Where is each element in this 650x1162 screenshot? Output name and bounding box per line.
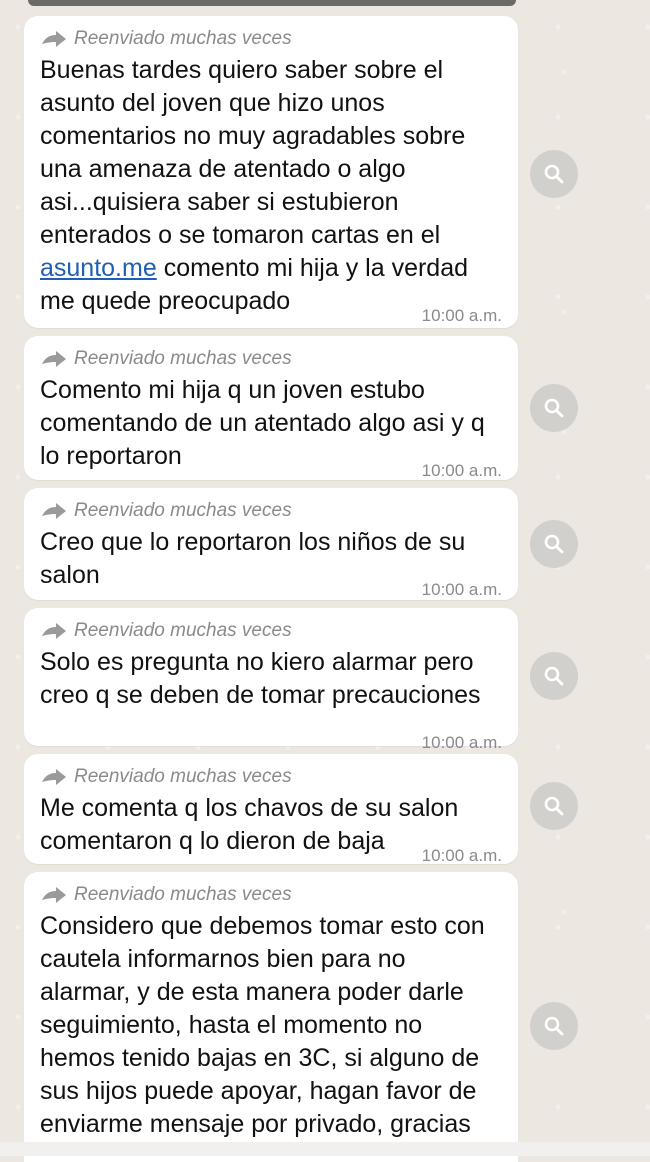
message-text: Comento mi hija q un joven estubo coment… bbox=[40, 374, 502, 480]
forwarded-label: Reenviado muchas veces bbox=[74, 766, 292, 787]
forwarded-label: Reenviado muchas veces bbox=[74, 884, 292, 905]
message-text-part: Creo que lo reportaron los niños de su s… bbox=[40, 528, 466, 589]
forwarded-indicator: Reenviado muchas veces bbox=[40, 346, 502, 372]
forward-arrow-icon bbox=[42, 623, 66, 639]
message-bubble[interactable]: Reenviado muchas veces Solo es pregunta … bbox=[24, 608, 518, 752]
message-time: 10:00 a.m. bbox=[421, 461, 502, 480]
forwarded-indicator: Reenviado muchas veces bbox=[40, 26, 502, 52]
message-time: 10:00 a.m. bbox=[421, 306, 502, 325]
search-web-button[interactable] bbox=[530, 782, 578, 830]
bottom-edge bbox=[0, 1142, 650, 1156]
message-text: Me comenta q los chavos de su salon come… bbox=[40, 792, 502, 865]
forward-arrow-icon bbox=[42, 769, 66, 785]
search-web-button[interactable] bbox=[530, 652, 578, 700]
search-web-button[interactable] bbox=[530, 1002, 578, 1050]
message-bubble[interactable]: Reenviado muchas veces Comento mi hija q… bbox=[24, 336, 518, 480]
forwarded-label: Reenviado muchas veces bbox=[74, 28, 292, 49]
forwarded-indicator: Reenviado muchas veces bbox=[40, 764, 502, 790]
message-text-part: Buenas tardes quiero saber sobre el asun… bbox=[40, 56, 466, 249]
message-text-part: Considero que debemos tomar esto con cau… bbox=[40, 912, 485, 1138]
search-web-button[interactable] bbox=[530, 520, 578, 568]
message-time: 10:00 a.m. bbox=[421, 580, 502, 599]
search-icon bbox=[544, 796, 564, 816]
search-icon bbox=[544, 164, 564, 184]
message-bubble[interactable]: Reenviado muchas veces Me comenta q los … bbox=[24, 754, 518, 865]
message-text: Solo es pregunta no kiero alarmar pero c… bbox=[40, 646, 502, 752]
message-bubble[interactable]: Reenviado muchas veces Buenas tardes qui… bbox=[24, 16, 518, 328]
forward-arrow-icon bbox=[42, 351, 66, 367]
search-web-button[interactable] bbox=[530, 150, 578, 198]
message-bubble[interactable]: Reenviado muchas veces Considero que deb… bbox=[24, 872, 518, 1162]
forwarded-label: Reenviado muchas veces bbox=[74, 500, 292, 521]
forwarded-indicator: Reenviado muchas veces bbox=[40, 618, 502, 644]
search-icon bbox=[544, 1016, 564, 1036]
message-text: Creo que lo reportaron los niños de su s… bbox=[40, 526, 502, 599]
message-time: 10:00 a.m. bbox=[421, 846, 502, 865]
previous-media-message[interactable] bbox=[28, 0, 516, 6]
forward-arrow-icon bbox=[42, 503, 66, 519]
message-text: Buenas tardes quiero saber sobre el asun… bbox=[40, 54, 502, 325]
search-web-button[interactable] bbox=[530, 384, 578, 432]
forwarded-indicator: Reenviado muchas veces bbox=[40, 882, 502, 908]
forward-arrow-icon bbox=[42, 31, 66, 47]
forwarded-label: Reenviado muchas veces bbox=[74, 620, 292, 641]
forward-arrow-icon bbox=[42, 887, 66, 903]
search-icon bbox=[544, 666, 564, 686]
message-text-part: Me comenta q los chavos de su salon come… bbox=[40, 794, 459, 855]
search-icon bbox=[544, 398, 564, 418]
forwarded-indicator: Reenviado muchas veces bbox=[40, 498, 502, 524]
forwarded-label: Reenviado muchas veces bbox=[74, 348, 292, 369]
message-bubble[interactable]: Reenviado muchas veces Creo que lo repor… bbox=[24, 488, 518, 600]
message-text-part: Solo es pregunta no kiero alarmar pero c… bbox=[40, 648, 481, 709]
message-text-part: Comento mi hija q un joven estubo coment… bbox=[40, 376, 485, 470]
message-text: Considero que debemos tomar esto con cau… bbox=[40, 910, 502, 1141]
message-link[interactable]: asunto.me bbox=[40, 254, 157, 282]
search-icon bbox=[544, 534, 564, 554]
